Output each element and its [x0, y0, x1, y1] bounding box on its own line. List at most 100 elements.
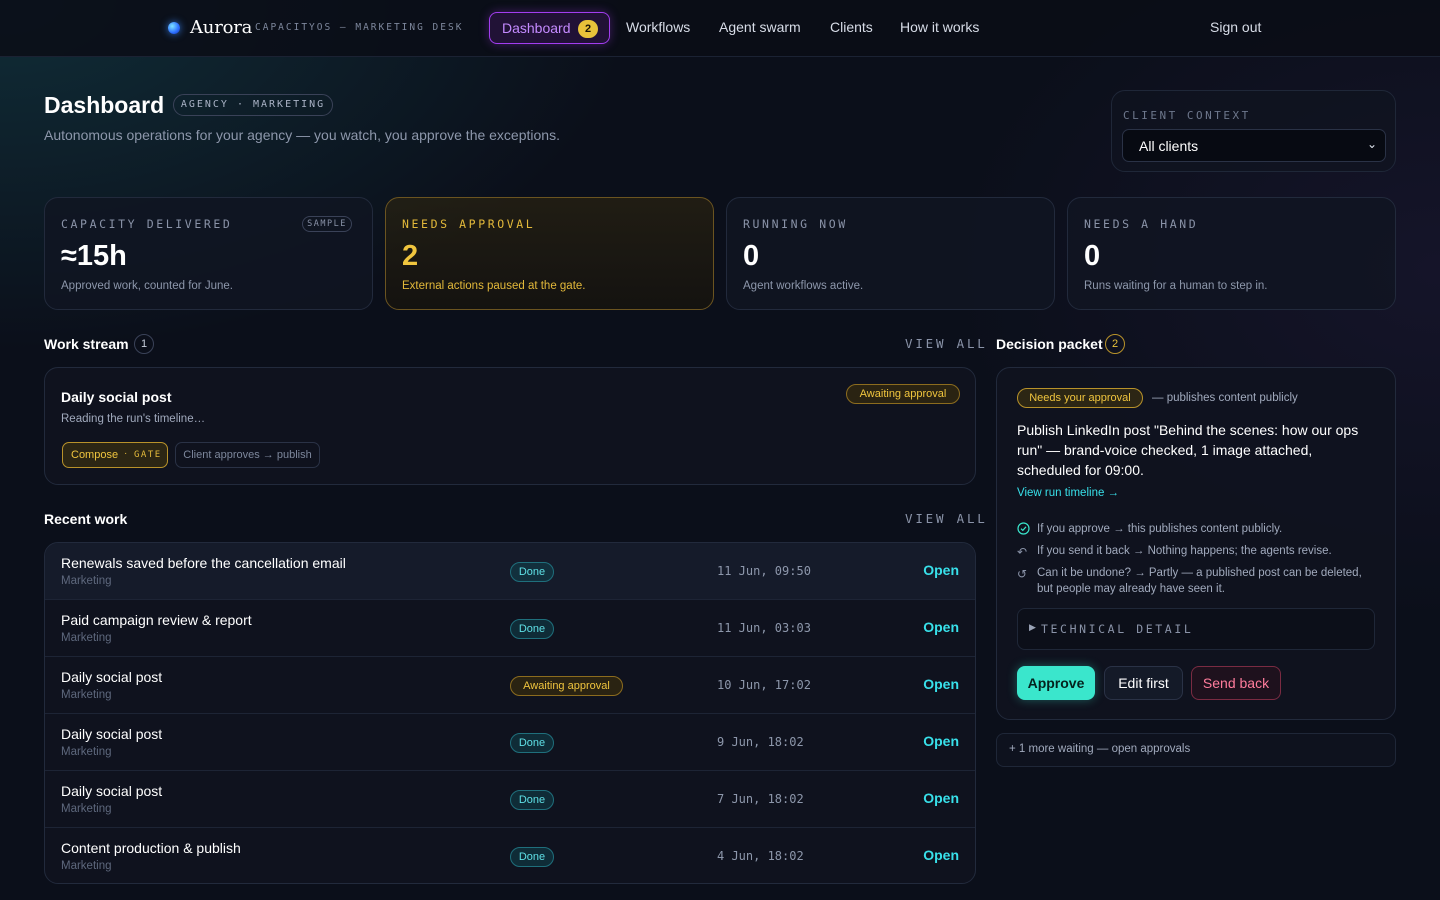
send-back-icon: ↶ — [1017, 545, 1028, 559]
work-stream-title: Work stream — [44, 336, 129, 352]
work-stream-count: 1 — [134, 334, 154, 354]
row-category: Marketing — [61, 803, 112, 815]
stat-label: NEEDS A HAND — [1084, 217, 1199, 231]
open-link[interactable]: Open — [923, 847, 959, 863]
page-title: Dashboard — [44, 92, 165, 118]
stat-label: NEEDS APPROVAL — [402, 217, 536, 231]
gate-label: GATE — [134, 450, 162, 460]
status-badge: Done — [510, 790, 554, 810]
stat-description: Agent workflows active. — [743, 280, 864, 292]
brand-name[interactable]: Aurora — [190, 17, 252, 38]
recent-work-view-all[interactable]: VIEW ALL — [905, 511, 988, 526]
table-row[interactable]: Daily social post Marketing Awaiting app… — [45, 657, 975, 714]
row-title: Daily social post — [61, 783, 163, 799]
technical-detail-label: TECHNICAL DETAIL — [1041, 622, 1194, 636]
work-item-title: Daily social post — [61, 389, 172, 405]
triangle-right-icon: ▶ — [1029, 622, 1036, 632]
recent-work-title: Recent work — [44, 511, 128, 527]
consequence-text: Can it be undone? → Partly — a published… — [1037, 567, 1362, 595]
row-timestamp: 10 Jun, 17:02 — [717, 678, 811, 692]
row-timestamp: 11 Jun, 03:03 — [717, 621, 811, 635]
client-context-select[interactable]: All clients ⌄ — [1122, 129, 1386, 162]
status-badge: Done — [510, 847, 554, 867]
row-title: Daily social post — [61, 726, 163, 742]
sample-badge: SAMPLE — [302, 216, 352, 232]
chevron-down-icon: ⌄ — [1366, 137, 1377, 151]
nav-tab-dashboard-count: 2 — [578, 20, 598, 38]
technical-detail-toggle[interactable]: ▶ TECHNICAL DETAIL — [1017, 608, 1375, 650]
consequence-text: If you send it back → Nothing happens; t… — [1037, 545, 1332, 557]
step-current-label: Compose — [71, 449, 119, 461]
status-badge: Done — [510, 733, 554, 753]
status-badge: Awaiting approval — [846, 384, 960, 404]
edit-first-button[interactable]: Edit first — [1104, 666, 1183, 700]
stat-value: 0 — [743, 240, 760, 272]
nav-link-how-it-works[interactable]: How it works — [900, 19, 979, 35]
row-timestamp: 7 Jun, 18:02 — [717, 792, 804, 806]
consequence-text: If you approve → this publishes content … — [1037, 523, 1283, 535]
workspace-pill: AGENCY · MARKETING — [173, 94, 333, 116]
nav-tab-dashboard[interactable]: Dashboard 2 — [489, 12, 610, 44]
publish-note: — publishes content publicly — [1152, 392, 1298, 404]
stat-card-needs-a-hand: NEEDS A HAND 0 Runs waiting for a human … — [1067, 197, 1396, 310]
row-title: Renewals saved before the cancellation e… — [61, 555, 346, 571]
row-title: Paid campaign review & report — [61, 612, 252, 628]
sign-out-link[interactable]: Sign out — [1210, 19, 1261, 35]
decision-packet-card: Needs your approval — publishes content … — [996, 367, 1396, 720]
stat-value: 2 — [402, 240, 419, 272]
nav-link-clients[interactable]: Clients — [830, 19, 873, 35]
row-category: Marketing — [61, 746, 112, 758]
row-category: Marketing — [61, 575, 112, 587]
status-badge: Done — [510, 619, 554, 639]
status-badge: Done — [510, 562, 554, 582]
open-link[interactable]: Open — [923, 562, 959, 578]
check-circle-icon — [1017, 522, 1030, 539]
decision-packet-count: 2 — [1105, 334, 1125, 354]
work-item-detail: Reading the run's timeline… — [61, 413, 206, 425]
decision-packet-title: Decision packet — [996, 336, 1103, 352]
separator-dot-icon: · — [124, 448, 128, 459]
stat-card-needs-approval[interactable]: NEEDS APPROVAL 2 External actions paused… — [385, 197, 714, 310]
stat-description: External actions paused at the gate. — [402, 280, 586, 292]
open-link[interactable]: Open — [923, 676, 959, 692]
table-row[interactable]: Daily social post Marketing Done 9 Jun, … — [45, 714, 975, 771]
client-context-panel: CLIENT CONTEXT All clients ⌄ — [1111, 90, 1396, 172]
decision-headline: Publish LinkedIn post "Behind the scenes… — [1017, 422, 1359, 478]
needs-approval-badge: Needs your approval — [1017, 388, 1143, 408]
stat-value: ≈15h — [61, 240, 127, 272]
stat-label: CAPACITY DELIVERED — [61, 217, 233, 231]
client-context-label: CLIENT CONTEXT — [1123, 109, 1251, 122]
brand-tagline: CAPACITYOS — MARKETING DESK — [255, 22, 464, 33]
approve-button[interactable]: Approve — [1017, 666, 1095, 700]
table-row[interactable]: Paid campaign review & report Marketing … — [45, 600, 975, 657]
work-stream-view-all[interactable]: VIEW ALL — [905, 336, 988, 351]
table-row[interactable]: Content production & publish Marketing D… — [45, 828, 975, 883]
page-subtitle: Autonomous operations for your agency — … — [44, 127, 560, 143]
open-link[interactable]: Open — [923, 790, 959, 806]
status-badge: Awaiting approval — [510, 676, 623, 696]
stat-description: Approved work, counted for June. — [61, 280, 233, 292]
stat-description: Runs waiting for a human to step in. — [1084, 280, 1268, 292]
stat-label: RUNNING NOW — [743, 217, 848, 231]
row-timestamp: 11 Jun, 09:50 — [717, 564, 811, 578]
view-run-timeline-link[interactable]: View run timeline → — [1017, 487, 1119, 499]
row-title: Daily social post — [61, 669, 163, 685]
brand-logo-icon — [168, 22, 180, 34]
recent-work-table: Renewals saved before the cancellation e… — [44, 542, 976, 884]
table-row[interactable]: Daily social post Marketing Done 7 Jun, … — [45, 771, 975, 828]
more-waiting-link[interactable]: + 1 more waiting — open approvals — [996, 733, 1396, 767]
open-link[interactable]: Open — [923, 733, 959, 749]
work-stream-item[interactable]: Daily social post Awaiting approval Read… — [44, 367, 976, 485]
nav-link-workflows[interactable]: Workflows — [626, 19, 690, 35]
step-next: Client approves → publish — [175, 442, 320, 468]
send-back-button[interactable]: Send back — [1191, 666, 1281, 700]
stat-card-capacity: CAPACITY DELIVERED SAMPLE ≈15h Approved … — [44, 197, 373, 310]
table-row[interactable]: Renewals saved before the cancellation e… — [45, 543, 975, 600]
row-category: Marketing — [61, 860, 112, 872]
undo-icon: ↺ — [1017, 567, 1028, 581]
open-link[interactable]: Open — [923, 619, 959, 635]
stat-card-running-now: RUNNING NOW 0 Agent workflows active. — [726, 197, 1055, 310]
nav-link-agent-swarm[interactable]: Agent swarm — [719, 19, 801, 35]
nav-tab-dashboard-label: Dashboard — [502, 20, 571, 36]
stat-value: 0 — [1084, 240, 1101, 272]
